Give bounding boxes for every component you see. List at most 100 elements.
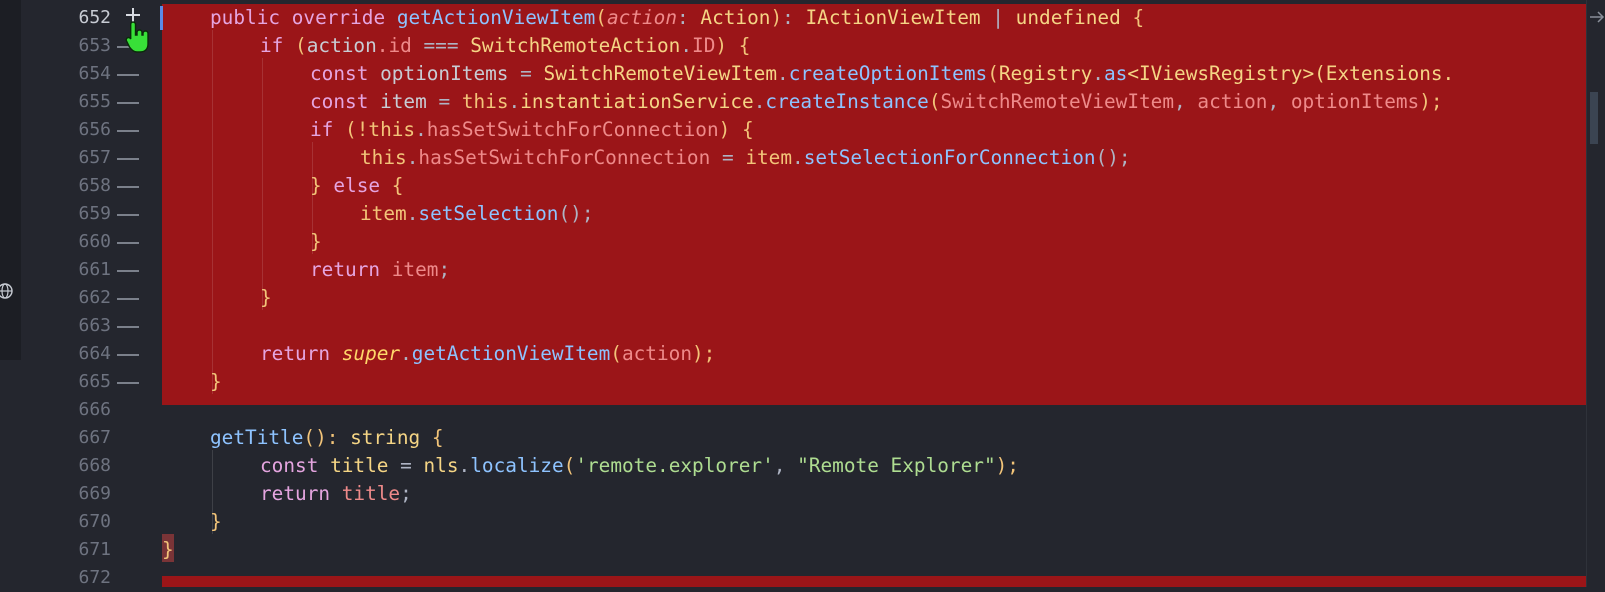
vertical-scrollbar[interactable]	[1586, 0, 1605, 587]
token: nls	[423, 454, 459, 477]
deleted-line-marker	[117, 326, 139, 328]
line-number: 668	[78, 455, 111, 476]
token: {	[738, 34, 751, 57]
token: this	[360, 146, 407, 169]
token: |	[992, 6, 1004, 29]
token: this	[368, 118, 416, 141]
deleted-line-marker	[117, 242, 139, 244]
token: ();	[558, 202, 594, 225]
scrollbar-thumb[interactable]	[1590, 92, 1598, 144]
code-area[interactable]: public override getActionViewItem(action…	[162, 0, 1582, 587]
line-number: 656	[78, 119, 111, 140]
token: undefined	[1015, 6, 1121, 29]
token: else	[333, 174, 381, 197]
token: {	[1132, 6, 1145, 29]
token: action	[621, 342, 692, 365]
code-line-657[interactable]: this.hasSetSwitchForConnection = item.se…	[360, 144, 1131, 172]
activity-strip	[0, 0, 21, 360]
token: }	[310, 230, 322, 253]
line-number: 661	[78, 259, 111, 280]
token: (	[610, 342, 622, 365]
deleted-line-marker	[117, 130, 139, 132]
line-number: 653	[78, 35, 111, 56]
line-number: 672	[78, 567, 111, 588]
line-number: 665	[78, 371, 111, 392]
token: item	[391, 258, 439, 281]
token: hasSetSwitchForConnection	[426, 118, 719, 141]
code-line-659[interactable]: item.setSelection();	[360, 200, 594, 228]
token: .	[680, 34, 693, 57]
token: }	[210, 370, 222, 393]
line-number: 666	[78, 399, 111, 420]
line-gutter: 652 653 654 655 656 657 658 659 660 661 …	[21, 0, 159, 588]
token: ,	[1267, 90, 1280, 113]
token: .	[792, 146, 804, 169]
token: .	[415, 118, 427, 141]
globe-icon[interactable]	[0, 282, 14, 300]
token: =	[400, 454, 412, 477]
token: Registry	[998, 62, 1093, 85]
token: item	[360, 202, 407, 225]
token: if	[310, 118, 334, 141]
code-line-668[interactable]: const title = nls.localize('remote.explo…	[260, 452, 1019, 480]
token: IActionViewItem	[805, 6, 981, 29]
token: (Extensions.	[1314, 62, 1455, 85]
code-line-667[interactable]: getTitle(): string {	[210, 424, 444, 452]
token: =	[520, 62, 532, 85]
token: const	[260, 454, 319, 477]
code-line-655[interactable]: const item = this.instantiationService.c…	[310, 88, 1443, 116]
token: return	[310, 258, 381, 281]
indent-guide	[262, 58, 263, 310]
line-number: 652	[78, 7, 111, 28]
line-number: 667	[78, 427, 111, 448]
code-line-661[interactable]: return item;	[310, 256, 450, 284]
code-line-652[interactable]: public override getActionViewItem(action…	[210, 4, 1144, 32]
code-line-665[interactable]: }	[210, 368, 222, 396]
token: }	[310, 174, 322, 197]
code-line-658[interactable]: } else {	[310, 172, 403, 200]
indent-guide	[212, 30, 213, 394]
code-line-656[interactable]: if (!this.hasSetSwitchForConnection) {	[310, 116, 754, 144]
line-number: 670	[78, 511, 111, 532]
token: action	[306, 34, 377, 57]
token: .	[508, 90, 521, 113]
token: .	[458, 454, 471, 477]
code-line-662[interactable]: }	[260, 284, 272, 312]
arrow-right-icon[interactable]	[1588, 8, 1605, 26]
code-line-664[interactable]: return super.getActionViewItem(action);	[260, 340, 715, 368]
token: return	[260, 342, 331, 365]
token: const	[310, 90, 369, 113]
token: =	[438, 90, 451, 113]
token: as	[1103, 62, 1128, 85]
deleted-line-marker	[117, 298, 139, 300]
line-number: 654	[78, 63, 111, 84]
code-line-669[interactable]: return title;	[260, 480, 412, 508]
token: setSelectionForConnection	[803, 146, 1096, 169]
token: item	[745, 146, 793, 169]
token: title	[341, 482, 401, 505]
code-line-653[interactable]: if (action.id === SwitchRemoteAction.ID)…	[260, 32, 750, 60]
code-line-660[interactable]: }	[310, 228, 322, 256]
token: {	[431, 426, 444, 449]
token: optionItems	[1290, 90, 1420, 113]
code-line-654[interactable]: const optionItems = SwitchRemoteViewItem…	[310, 60, 1454, 88]
code-line-670[interactable]: }	[210, 508, 222, 536]
deleted-line-marker	[117, 74, 139, 76]
code-editor[interactable]: 652 653 654 655 656 657 658 659 660 661 …	[0, 0, 1605, 588]
token: getActionViewItem	[396, 6, 596, 29]
token: }	[162, 538, 174, 561]
line-number: 664	[78, 343, 111, 364]
code-line-671[interactable]: }	[162, 536, 174, 564]
token: getActionViewItem	[411, 342, 611, 365]
token: string	[350, 426, 421, 449]
token: 'remote.explorer'	[575, 454, 774, 477]
token: super	[341, 342, 401, 365]
deleted-line-marker	[117, 382, 139, 384]
token: ,	[1174, 90, 1186, 113]
token: );	[995, 454, 1019, 477]
deleted-line-marker	[117, 186, 139, 188]
token: override	[291, 6, 386, 29]
token: action	[1197, 90, 1268, 113]
token: optionItems	[380, 62, 509, 85]
token: ID	[692, 34, 716, 57]
